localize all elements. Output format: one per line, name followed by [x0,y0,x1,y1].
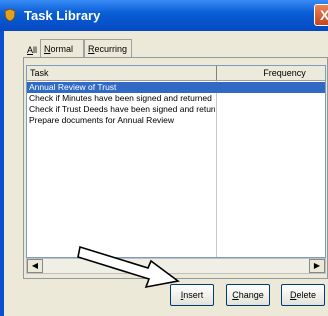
table-row[interactable]: Prepare documents for Annual Review [27,115,325,126]
scroll-left-button[interactable]: ◀ [27,259,43,273]
frequency-cell [217,82,325,93]
task-cell: Annual Review of Trust [29,82,117,92]
task-cell: Prepare documents for Annual Review [29,115,175,125]
task-library-window: Task Library X All Normal Recurring Task… [0,0,328,316]
arrow-right-icon: ▶ [313,261,321,270]
task-cell: Check if Minutes have been signed and re… [29,93,212,103]
column-header-frequency[interactable]: Frequency [242,66,325,80]
close-icon: X [320,7,328,23]
arrow-left-icon: ◀ [31,261,39,270]
column-separator[interactable] [216,66,217,80]
column-header-task[interactable]: Task [30,66,49,80]
window-frame [0,31,4,316]
window-title: Task Library [24,8,101,23]
horizontal-scrollbar[interactable]: ◀ ▶ [26,258,326,274]
tab-normal[interactable]: Normal [40,39,84,57]
table-row[interactable]: Annual Review of Trust [27,82,325,93]
list-header: Task Frequency [27,66,325,81]
shield-icon [4,8,16,22]
scroll-right-button[interactable]: ▶ [309,259,325,273]
tab-all[interactable]: All [24,41,40,59]
insert-button[interactable]: Insert [170,284,214,306]
task-cell: Check if Trust Deeds have been signed an… [29,104,215,114]
close-button[interactable]: X [314,4,328,26]
table-row[interactable]: Check if Trust Deeds have been signed an… [27,104,325,115]
task-list[interactable]: Task Frequency Annual Review of Trust Ch… [26,65,326,258]
table-row[interactable]: Check if Minutes have been signed and re… [27,93,325,104]
tab-recurring[interactable]: Recurring [84,39,132,57]
change-button[interactable]: Change [226,284,270,306]
title-bar[interactable]: Task Library X [0,0,328,31]
delete-button[interactable]: Delete [281,284,325,306]
